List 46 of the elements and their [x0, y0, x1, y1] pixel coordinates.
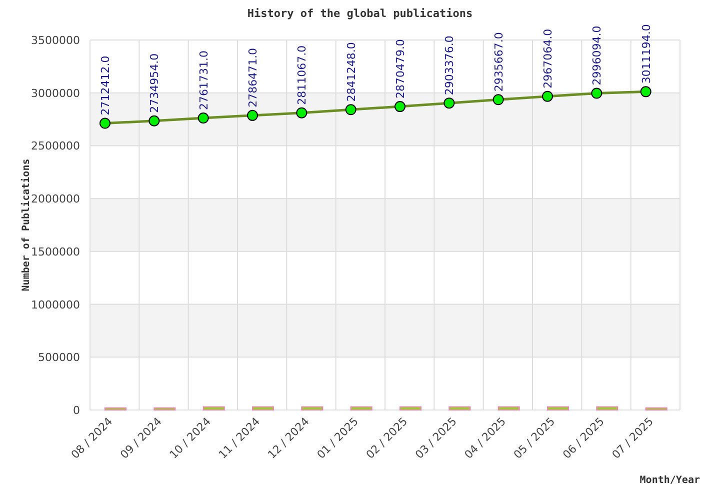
- data-point: [591, 88, 602, 99]
- value-label: 2734954.0: [148, 53, 162, 113]
- data-point: [296, 107, 308, 118]
- data-point: [198, 112, 209, 124]
- bar: [154, 407, 176, 410]
- y-axis-label: 2500000: [31, 140, 80, 153]
- data-point: [148, 115, 160, 126]
- value-label: 2935667.0: [492, 32, 506, 92]
- y-axis-label: 2000000: [31, 192, 80, 206]
- data-point: [345, 104, 356, 116]
- value-label: 2811067.0: [296, 45, 309, 105]
- value-label: 2967064.0: [542, 28, 554, 88]
- y-axis-title: Number of Publications: [21, 158, 32, 292]
- x-axis-title: Month/Year: [640, 475, 700, 486]
- y-axis-label: 1500000: [31, 245, 80, 258]
- data-point: [640, 86, 652, 98]
- bar: [301, 406, 324, 410]
- bar: [350, 406, 372, 410]
- y-axis-label: 500000: [38, 351, 80, 364]
- bar: [448, 406, 471, 410]
- value-label: 2996094.0: [590, 26, 604, 86]
- y-axis-label: 3500000: [31, 34, 80, 47]
- bar: [547, 406, 569, 410]
- y-axis-label: 0: [73, 404, 80, 417]
- bar: [498, 406, 520, 410]
- bar: [596, 406, 618, 410]
- y-axis-label: 3000000: [31, 86, 80, 100]
- data-point: [100, 118, 110, 129]
- bar: [202, 406, 225, 410]
- data-point: [542, 90, 553, 102]
- data-point: [247, 110, 258, 121]
- bar: [252, 406, 274, 410]
- value-label: 2712412.0: [99, 56, 112, 116]
- data-point: [444, 98, 455, 109]
- data-point: [492, 94, 504, 106]
- value-label: 2761731.0: [197, 50, 210, 110]
- bar: [400, 406, 422, 410]
- bar: [645, 407, 668, 410]
- value-label: 2903376.0: [443, 36, 456, 96]
- value-label: 2841248.0: [344, 42, 358, 102]
- value-label: 3011194.0: [640, 24, 653, 84]
- y-axis-label: 1000000: [31, 298, 80, 312]
- chart-title: History of the global publications: [247, 7, 473, 20]
- value-label: 2870479.0: [394, 39, 407, 99]
- value-label: 2786471.0: [246, 48, 260, 108]
- bar: [104, 407, 126, 410]
